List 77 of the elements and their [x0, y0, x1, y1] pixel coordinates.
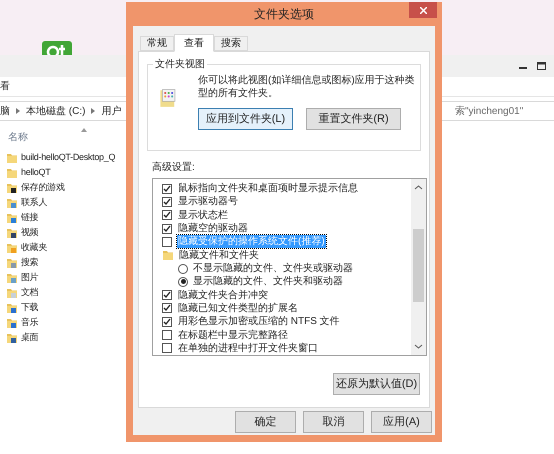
checkbox[interactable]: [162, 236, 172, 247]
maximize-icon[interactable]: [537, 62, 546, 70]
checkbox[interactable]: [162, 196, 172, 207]
checkbox[interactable]: [162, 343, 172, 354]
app-icon[interactable]: [42, 41, 72, 55]
radio-button[interactable]: [178, 276, 188, 287]
breadcrumb[interactable]: 脑: [0, 104, 10, 118]
file-name[interactable]: 视频: [21, 226, 38, 240]
file-name[interactable]: helloQT: [21, 166, 50, 180]
file-name[interactable]: 桌面: [21, 330, 38, 344]
checkbox[interactable]: [162, 303, 172, 314]
section-label: 高级设置:: [152, 160, 196, 175]
file-name[interactable]: 音乐: [21, 316, 38, 330]
folder-icon: [6, 332, 18, 344]
dialog-button[interactable]: 确定: [235, 411, 296, 433]
folder-icon: [6, 242, 18, 254]
setting-label[interactable]: 显示驱动器号: [177, 195, 239, 208]
setting-label[interactable]: 显示状态栏: [177, 208, 229, 222]
radio-button[interactable]: [178, 264, 188, 274]
file-name[interactable]: 文档: [21, 286, 38, 300]
folder-icon: [6, 212, 18, 224]
setting-label[interactable]: 用彩色显示加密或压缩的 NTFS 文件: [177, 315, 341, 328]
dialog-button[interactable]: 还原为默认值(D): [333, 373, 420, 395]
folder-icon: [6, 256, 18, 268]
search-field[interactable]: 索"yincheng01": [455, 104, 524, 118]
folder-icon: [6, 272, 18, 284]
folder-icon: [6, 316, 18, 328]
file-name[interactable]: 搜索: [21, 256, 38, 270]
setting-label[interactable]: 鼠标指向文件夹和桌面项时显示提示信息: [177, 182, 359, 196]
setting-label: 显示隐藏的文件、文件夹和驱动器: [193, 275, 343, 288]
checkbox[interactable]: [162, 184, 172, 194]
window-title: 文件夹选项: [254, 6, 314, 23]
breadcrumb[interactable]: 用户: [101, 104, 122, 118]
chevron-icon[interactable]: [91, 108, 96, 114]
folder-icon: [6, 302, 18, 314]
chevron-icon[interactable]: [16, 108, 20, 114]
setting-label[interactable]: 在单独的进程中打开文件夹窗口: [177, 342, 319, 355]
close-button[interactable]: [409, 2, 437, 18]
setting-label: 不显示隐藏的文件、文件夹或驱动器: [193, 262, 353, 276]
dialog-button[interactable]: 应用到文件夹(L): [198, 108, 293, 130]
sort-icon: [81, 128, 87, 132]
folder-icon: [6, 152, 18, 164]
file-name[interactable]: 联系人: [21, 196, 48, 210]
group-label: 隐藏文件和文件夹: [179, 248, 259, 262]
file-name[interactable]: build-helloQT-Desktop_Q: [21, 150, 116, 164]
checkbox[interactable]: [162, 330, 172, 340]
setting-label[interactable]: 在标题栏中显示完整路径: [177, 328, 289, 342]
setting-label[interactable]: 隐藏空的驱动器: [177, 222, 249, 236]
file-name[interactable]: 保存的游戏: [21, 180, 65, 194]
tab[interactable]: 搜索: [214, 36, 248, 51]
description-text: 你可以将此视图(如详细信息或图标)应用于这种类型的所有文件夹。: [198, 74, 416, 100]
tab[interactable]: 常规: [140, 36, 174, 51]
folder-icon: [6, 286, 18, 298]
close-icon: [420, 6, 426, 14]
checkbox[interactable]: [162, 290, 172, 300]
scrollbar[interactable]: [411, 179, 426, 355]
dialog-button[interactable]: 取消: [303, 411, 364, 433]
checkbox[interactable]: [162, 316, 172, 327]
setting-label[interactable]: 隐藏已知文件类型的扩展名: [177, 302, 299, 315]
setting-label[interactable]: 隐藏文件夹合并冲突: [177, 288, 269, 302]
file-name[interactable]: 下载: [21, 300, 38, 314]
folder-icon: [6, 196, 18, 208]
ribbon-tab[interactable]: 看: [0, 79, 10, 94]
file-name[interactable]: 收藏夹: [21, 240, 48, 254]
folder-icon: [162, 249, 174, 262]
breadcrumb[interactable]: 本地磁盘 (C:): [26, 104, 86, 118]
folder-icon: [6, 182, 18, 194]
dialog-button[interactable]: 应用(A): [371, 411, 432, 433]
file-name[interactable]: 链接: [21, 210, 38, 224]
column-header[interactable]: 名称: [8, 130, 28, 144]
folder-icon: [6, 166, 18, 178]
checkbox[interactable]: [162, 224, 172, 234]
dialog-button[interactable]: 重置文件夹(R): [306, 108, 401, 130]
file-name[interactable]: 图片: [21, 270, 38, 284]
checkbox[interactable]: [162, 210, 172, 220]
tab[interactable]: 查看: [174, 34, 214, 52]
folder-icon: [6, 226, 18, 238]
